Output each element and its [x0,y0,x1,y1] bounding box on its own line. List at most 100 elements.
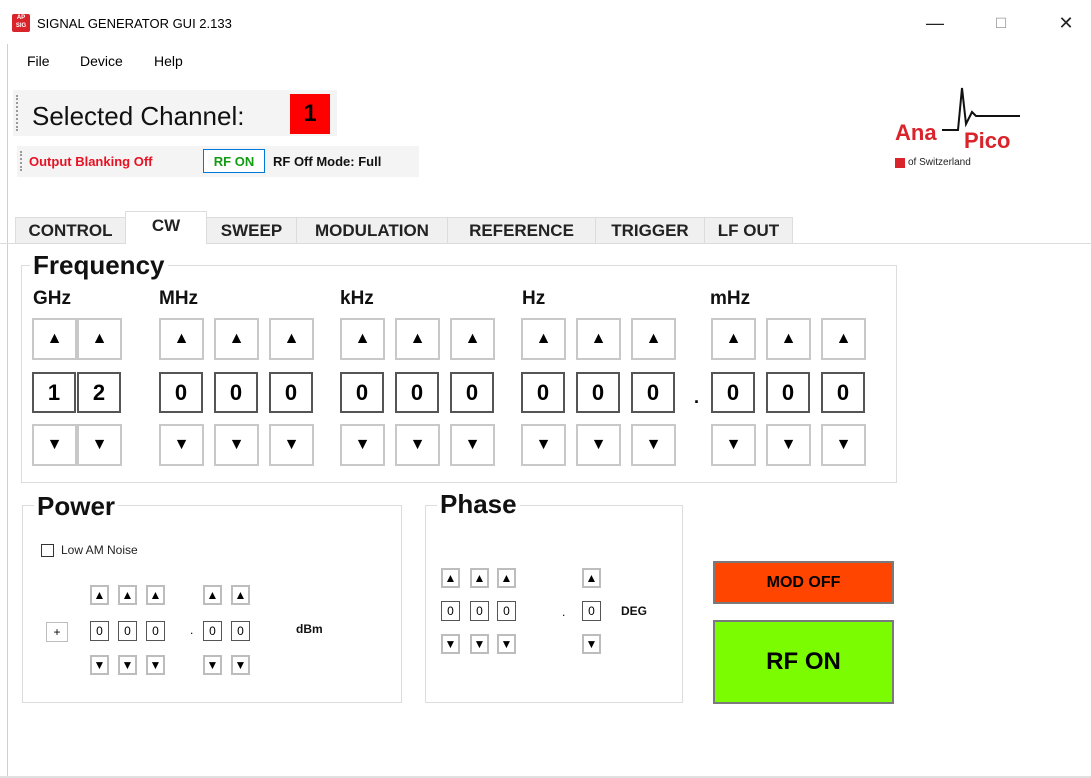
anapico-logo-wave [942,87,1020,131]
phase-unit: DEG [621,604,648,618]
phase-digit[interactable]: 0 [441,601,460,621]
freq-digit-up-button[interactable]: ▲ [450,318,495,360]
freq-digit-up-button[interactable]: ▲ [821,318,866,360]
tab-reference[interactable]: REFERENCE [447,217,596,243]
freq-digit[interactable]: 0 [450,372,494,413]
close-button[interactable]: ✕ [1043,8,1089,38]
rf-on-button[interactable]: RF ON [713,620,894,704]
menu-file[interactable]: File [27,53,50,69]
freq-digit[interactable]: 0 [821,372,865,413]
decimal-point: . [562,605,566,619]
freq-digit[interactable]: 0 [214,372,258,413]
freq-digit-down-button[interactable]: ▼ [395,424,440,466]
power-digit-down-button[interactable]: ▼ [203,655,222,675]
power-digit-up-button[interactable]: ▲ [146,585,165,605]
rf-off-mode-status[interactable]: RF Off Mode: Full [273,154,381,169]
freq-digit-down-button[interactable]: ▼ [576,424,621,466]
freq-digit-up-button[interactable]: ▲ [395,318,440,360]
power-digit-up-button[interactable]: ▲ [90,585,109,605]
freq-digit-up-button[interactable]: ▲ [77,318,122,360]
power-digit[interactable]: 0 [118,621,137,641]
freq-digit-up-button[interactable]: ▲ [340,318,385,360]
freq-digit-down-button[interactable]: ▼ [32,424,77,466]
power-digit-down-button[interactable]: ▼ [231,655,250,675]
tab-control[interactable]: CONTROL [15,217,126,243]
phase-digit-down-button[interactable]: ▼ [582,634,601,654]
low-am-noise-checkbox[interactable] [41,544,54,557]
phase-digit-down-button[interactable]: ▼ [470,634,489,654]
freq-digit[interactable]: 0 [395,372,439,413]
freq-digit-down-button[interactable]: ▼ [631,424,676,466]
freq-digit-down-button[interactable]: ▼ [77,424,122,466]
freq-digit-up-button[interactable]: ▲ [32,318,77,360]
freq-digit[interactable]: 2 [77,372,121,413]
freq-digit[interactable]: 0 [521,372,565,413]
power-digit[interactable]: 0 [231,621,250,641]
window-border [7,0,8,778]
freq-digit-up-button[interactable]: ▲ [576,318,621,360]
phase-digit[interactable]: 0 [497,601,516,621]
freq-digit[interactable]: 0 [766,372,810,413]
output-blanking-status[interactable]: Output Blanking Off [29,154,152,169]
freq-digit-down-button[interactable]: ▼ [766,424,811,466]
freq-digit-up-button[interactable]: ▲ [766,318,811,360]
power-digit-up-button[interactable]: ▲ [231,585,250,605]
power-digit-down-button[interactable]: ▼ [146,655,165,675]
swiss-flag-icon [895,158,905,168]
menu-help[interactable]: Help [154,53,183,69]
freq-digit-up-button[interactable]: ▲ [269,318,314,360]
power-sign-button[interactable]: + [46,622,68,642]
mod-off-button[interactable]: MOD OFF [713,561,894,604]
freq-digit-down-button[interactable]: ▼ [340,424,385,466]
power-digit[interactable]: 0 [90,621,109,641]
tab-sweep[interactable]: SWEEP [206,217,297,243]
minimize-button[interactable]: — [912,8,958,38]
selected-channel-number[interactable]: 1 [290,94,330,134]
phase-digit-up-button[interactable]: ▲ [497,568,516,588]
freq-digit[interactable]: 0 [269,372,313,413]
toolbar-grip[interactable] [20,151,24,171]
power-digit[interactable]: 0 [203,621,222,641]
power-digit[interactable]: 0 [146,621,165,641]
phase-digit[interactable]: 0 [582,601,601,621]
phase-digit-up-button[interactable]: ▲ [582,568,601,588]
freq-digit-down-button[interactable]: ▼ [450,424,495,466]
freq-digit[interactable]: 0 [711,372,755,413]
freq-digit[interactable]: 0 [576,372,620,413]
freq-digit-up-button[interactable]: ▲ [159,318,204,360]
freq-digit[interactable]: 0 [631,372,675,413]
power-digit-down-button[interactable]: ▼ [118,655,137,675]
maximize-button[interactable]: ☐ [978,8,1024,38]
phase-digit-up-button[interactable]: ▲ [441,568,460,588]
freq-digit-up-button[interactable]: ▲ [214,318,259,360]
phase-digit-up-button[interactable]: ▲ [470,568,489,588]
power-digit-up-button[interactable]: ▲ [203,585,222,605]
freq-digit-up-button[interactable]: ▲ [521,318,566,360]
phase-digit-down-button[interactable]: ▼ [497,634,516,654]
logo-pico-text: Pico [964,128,1011,153]
power-digit-down-button[interactable]: ▼ [90,655,109,675]
unit-ghz: GHz [33,288,71,309]
freq-digit[interactable]: 0 [340,372,384,413]
rf-status-badge[interactable]: RF ON [203,149,265,173]
freq-digit-down-button[interactable]: ▼ [521,424,566,466]
power-digit-up-button[interactable]: ▲ [118,585,137,605]
freq-digit[interactable]: 0 [159,372,203,413]
phase-digit-down-button[interactable]: ▼ [441,634,460,654]
freq-digit-down-button[interactable]: ▼ [269,424,314,466]
phase-digit[interactable]: 0 [470,601,489,621]
toolbar-grip[interactable] [16,95,20,131]
freq-digit-up-button[interactable]: ▲ [631,318,676,360]
freq-digit-down-button[interactable]: ▼ [159,424,204,466]
tab-cw[interactable]: CW [125,211,207,244]
freq-digit-down-button[interactable]: ▼ [214,424,259,466]
menu-device[interactable]: Device [80,53,123,69]
logo-subtitle: of Switzerland [908,157,971,168]
freq-digit[interactable]: 1 [32,372,76,413]
tab-lf-out[interactable]: LF OUT [704,217,793,243]
freq-digit-down-button[interactable]: ▼ [711,424,756,466]
tab-trigger[interactable]: TRIGGER [595,217,705,243]
freq-digit-up-button[interactable]: ▲ [711,318,756,360]
tab-modulation[interactable]: MODULATION [296,217,448,243]
freq-digit-down-button[interactable]: ▼ [821,424,866,466]
